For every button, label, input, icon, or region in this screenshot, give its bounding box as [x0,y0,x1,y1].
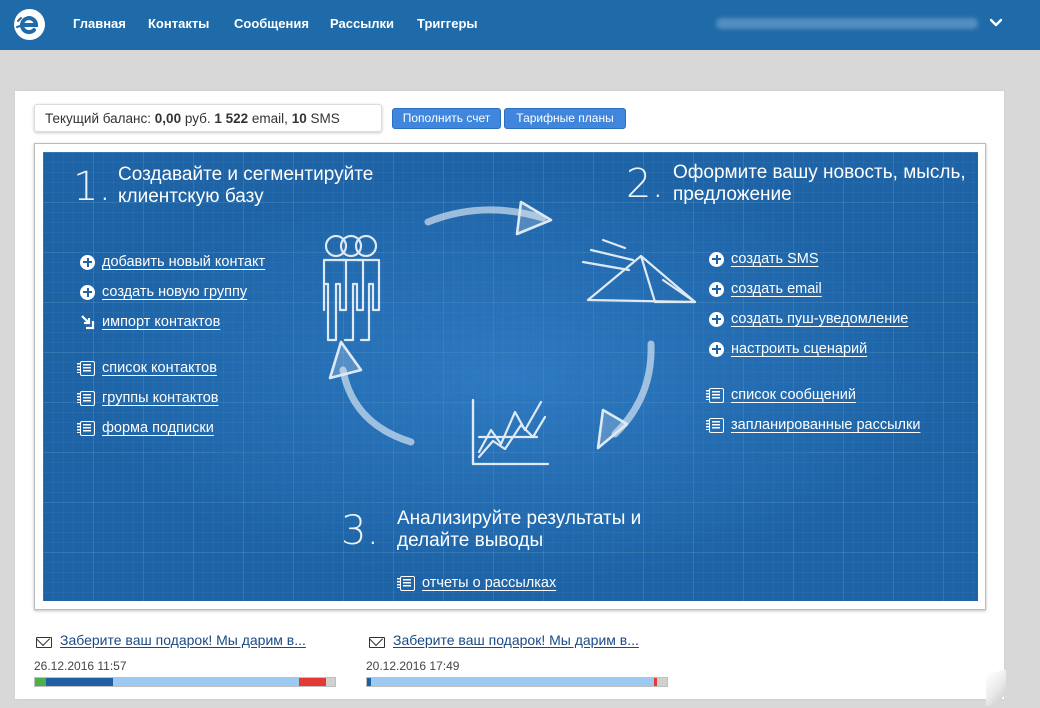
logo-icon[interactable] [14,9,45,40]
link-label: форма подписки [102,420,214,436]
link-label: создать новую группу [102,284,248,300]
recent-campaign-2: Заберите ваш подарок! Мы дарим в... 20.1… [366,632,674,688]
email-count: 1 522 [214,111,249,126]
stats-bar-segment [35,678,46,686]
step-3-number: 3. [341,508,380,554]
link-scheduled-mailings[interactable]: запланированные рассылки [706,415,921,435]
tariff-plans-button[interactable]: Тарифные планы [504,108,626,129]
balance-amount: 0,00 [154,111,182,126]
email-label: email, [251,111,288,126]
link-subscription-form[interactable]: форма подписки [77,418,214,438]
step-2-title: Оформите вашу новость, мысль, предложени… [673,162,966,205]
plus-circle-icon [80,284,95,300]
topup-button[interactable]: Пополнить счет [392,108,501,129]
page-curl-decoration [986,669,1006,707]
nav-item-mailings[interactable]: Рассылки [330,16,394,31]
list-icon [397,575,415,591]
envelope-icon [36,637,52,648]
stats-bar-segment [370,678,655,686]
nav-item-home[interactable]: Главная [73,16,126,31]
link-label: список сообщений [731,387,856,403]
paper-plane-icon [581,238,697,304]
link-contact-list[interactable]: список контактов [77,358,217,378]
nav-item-messages[interactable]: Сообщения [234,16,309,31]
account-name-blurred[interactable] [716,18,978,29]
campaign-title-link[interactable]: Заберите ваш подарок! Мы дарим в... [393,632,639,648]
plus-circle-icon [709,251,724,267]
workflow-blueprint-panel: 1. Создавайте и сегментируйте клиентскую… [43,152,978,601]
link-label: отчеты о рассылках [422,575,557,591]
plus-circle-icon [80,254,95,270]
link-setup-scenario[interactable]: настроить сценарий [709,339,867,359]
list-icon [706,387,724,403]
step-2-number: 2. [626,161,665,207]
people-icon [322,234,381,342]
link-mailing-reports[interactable]: отчеты о рассылках [397,573,557,593]
link-create-group[interactable]: создать новую группу [80,282,247,302]
link-add-contact[interactable]: добавить новый контакт [80,252,265,272]
top-navigation-bar: Главная Контакты Сообщения Рассылки Триг… [0,0,1040,50]
analytics-chart-icon [471,398,550,466]
stats-bar-segment [657,678,667,686]
link-contact-groups[interactable]: группы контактов [77,388,219,408]
link-label: настроить сценарий [731,341,868,357]
campaign-title-link[interactable]: Заберите ваш подарок! Мы дарим в... [60,632,306,648]
nav-item-triggers[interactable]: Триггеры [417,16,477,31]
plus-circle-icon [709,311,724,327]
stats-bar-segment [113,678,299,686]
link-import-contacts[interactable]: импорт контактов [80,312,220,332]
nav-item-contacts[interactable]: Контакты [148,16,209,31]
cycle-arrows [339,206,655,446]
cycle-arrow-heads [328,200,629,450]
link-create-sms[interactable]: создать SMS [709,249,819,269]
campaign-date: 26.12.2016 11:57 [34,659,127,673]
list-icon [77,420,95,436]
stats-bar-segment [299,678,326,686]
import-icon [80,314,95,330]
link-label: создать пуш-уведомление [731,311,909,327]
envelope-icon [369,637,385,648]
plus-circle-icon [709,281,724,297]
chevron-down-icon[interactable] [988,14,1004,30]
stats-bar-segment [45,678,113,686]
link-create-push[interactable]: создать пуш-уведомление [709,309,908,329]
sms-count: 10 [291,111,307,126]
step-1-number: 1. [73,164,112,210]
link-create-email[interactable]: создать email [709,279,822,299]
list-icon [77,360,95,376]
sms-label: SMS [310,111,340,126]
link-label: запланированные рассылки [731,417,921,433]
step-1-title: Создавайте и сегментируйте клиентскую ба… [118,164,374,207]
link-label: создать SMS [731,251,819,267]
link-message-list[interactable]: список сообщений [706,385,856,405]
plus-circle-icon [709,341,724,357]
balance-display: Текущий баланс: 0,00 руб. 1 522 email, 1… [34,104,382,132]
campaign-stats-bar [34,677,336,687]
list-icon [706,417,724,433]
stats-bar-segment [326,678,335,686]
campaign-stats-bar [366,677,668,687]
link-label: список контактов [102,360,217,376]
balance-currency: руб. [184,111,211,126]
link-label: создать email [731,281,822,297]
link-label: импорт контактов [102,314,221,330]
balance-prefix: Текущий баланс: [45,111,152,126]
list-icon [77,390,95,406]
campaign-date: 20.12.2016 17:49 [366,659,460,673]
recent-campaign-1: Заберите ваш подарок! Мы дарим в... 26.1… [34,632,341,688]
link-label: группы контактов [102,390,219,406]
link-label: добавить новый контакт [102,254,266,270]
step-3-title: Анализируйте результаты и делайте выводы [397,508,642,551]
